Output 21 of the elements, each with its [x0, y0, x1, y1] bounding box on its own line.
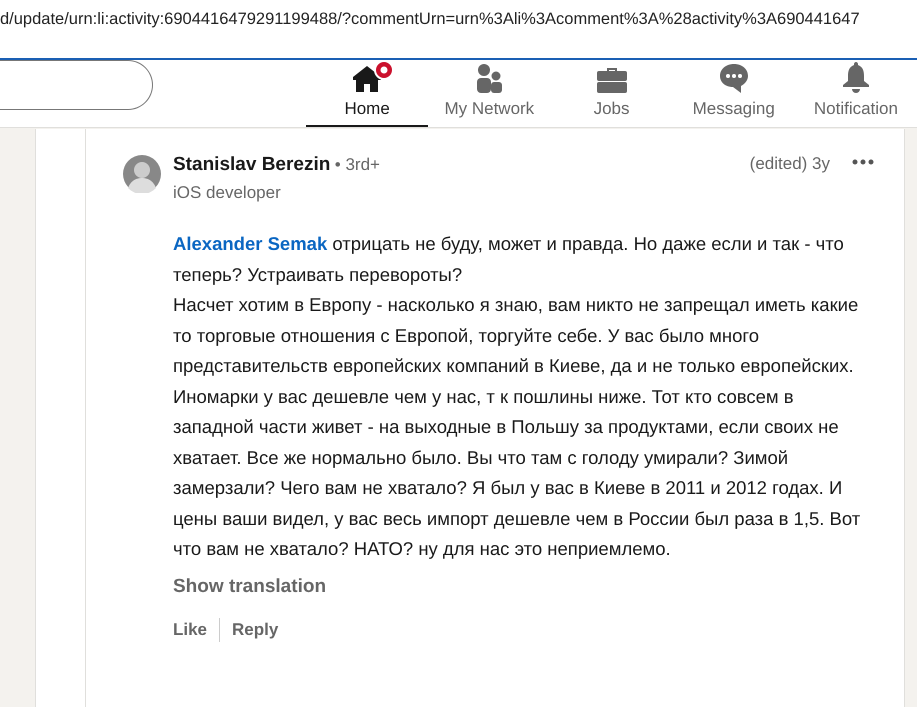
- search-field[interactable]: [0, 60, 153, 110]
- comment-text: Alexander Semak отрицать не буду, может и правда. Но даже если и так - что теперь? Устраивать перевороты? Насчет хотим в Европу - насколько я знаю, вам никто не запрещал иметь какие то торговые отношения с Европой, торгуйте себе. У вас было много представительств европейских компаний в Киеве, да и не только европейских. Иномарки у вас дешевле чем у нас, т к пошлины ниже. Тот кто совсем в западной части живет - на выходные в Польшу за продуктами, если своих не хватает. Все же нормально было. Вы что там с голоду умирали? Зимой замерзали? Чего вам не хватало? Я был у вас в Киеве в 2011 и 2012 годах. И цены ваши видел, у вас весь импорт дешевле чем в России был раза в 1,5. Вот что вам не хватало? НАТО? ну для нас это неприемлемо.: [173, 232, 862, 561]
- comment-time: (edited) 3y: [750, 153, 830, 175]
- more-icon[interactable]: [852, 159, 874, 165]
- reply-button[interactable]: Reply: [232, 617, 278, 642]
- bell-icon: [840, 61, 871, 93]
- connection-degree: • 3rd+: [334, 155, 380, 174]
- nav-tab[interactable]: Messaging: [672, 60, 795, 127]
- author-name[interactable]: Stanislav Berezin: [173, 154, 330, 175]
- nav-tab[interactable]: Notification: [794, 60, 917, 127]
- author-headline: iOS developer: [173, 182, 282, 204]
- home-icon: [352, 65, 382, 93]
- mention-link[interactable]: Alexander Semak: [173, 233, 328, 254]
- nav-tab[interactable]: Jobs: [550, 60, 673, 127]
- people-icon: [474, 63, 504, 93]
- briefcase-icon: [596, 65, 628, 93]
- show-translation-link[interactable]: Show translation: [173, 576, 326, 596]
- nav-tab[interactable]: Home: [306, 60, 428, 127]
- nav-tab[interactable]: My Network: [428, 60, 550, 127]
- like-button[interactable]: Like: [173, 617, 208, 642]
- avatar[interactable]: [123, 155, 161, 193]
